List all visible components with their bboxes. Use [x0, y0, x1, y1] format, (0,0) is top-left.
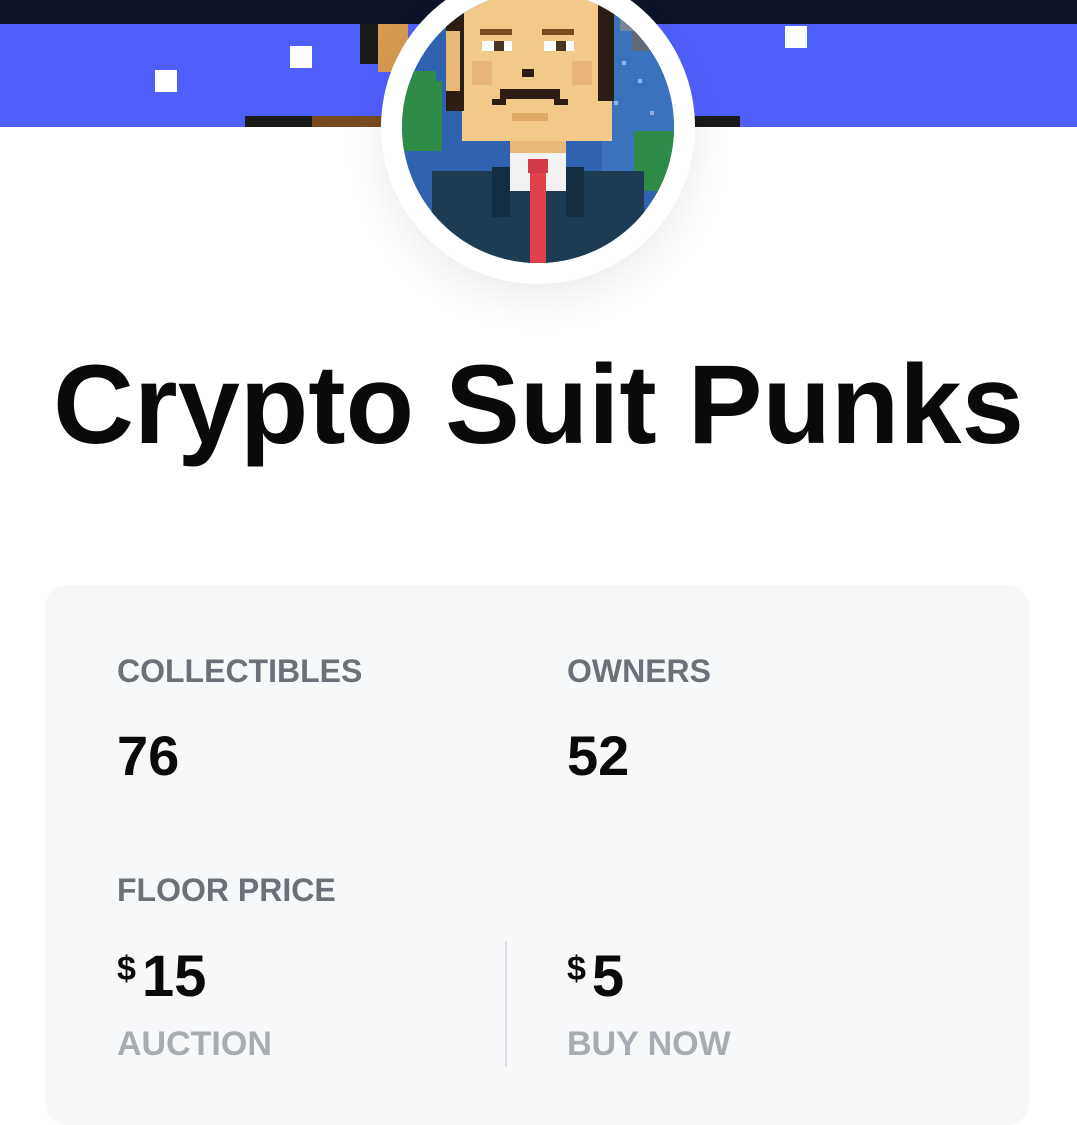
banner-pixel	[245, 116, 315, 127]
auction-currency: $	[117, 950, 136, 988]
buy-now-amount: 5	[591, 944, 625, 1009]
collection-avatar	[402, 0, 674, 263]
pixel-art-punk-icon	[402, 0, 674, 263]
collectibles-label: COLLECTIBLES	[117, 653, 363, 689]
auction-price: $15	[117, 943, 206, 1010]
floor-price-label: FLOOR PRICE	[117, 872, 336, 908]
banner-pixel	[785, 26, 807, 48]
buy-now-price: $5	[567, 943, 624, 1010]
auction-label: AUCTION	[117, 1025, 272, 1063]
banner-pixel	[690, 116, 740, 127]
owners-value: 52	[567, 724, 630, 787]
banner-pixel	[312, 116, 382, 127]
banner-pixel	[290, 46, 312, 68]
collection-avatar-frame	[381, 0, 695, 284]
buy-now-currency: $	[567, 950, 586, 988]
stats-card: COLLECTIBLES 76 OWNERS 52 FLOOR PRICE $1…	[45, 585, 1029, 1125]
collection-title: Crypto Suit Punks	[53, 342, 1024, 467]
owners-label: OWNERS	[567, 653, 711, 689]
banner-pixel	[155, 70, 177, 92]
collectibles-value: 76	[117, 724, 180, 787]
buy-now-label: BUY NOW	[567, 1025, 731, 1063]
auction-amount: 15	[141, 944, 207, 1009]
price-divider	[505, 941, 507, 1067]
